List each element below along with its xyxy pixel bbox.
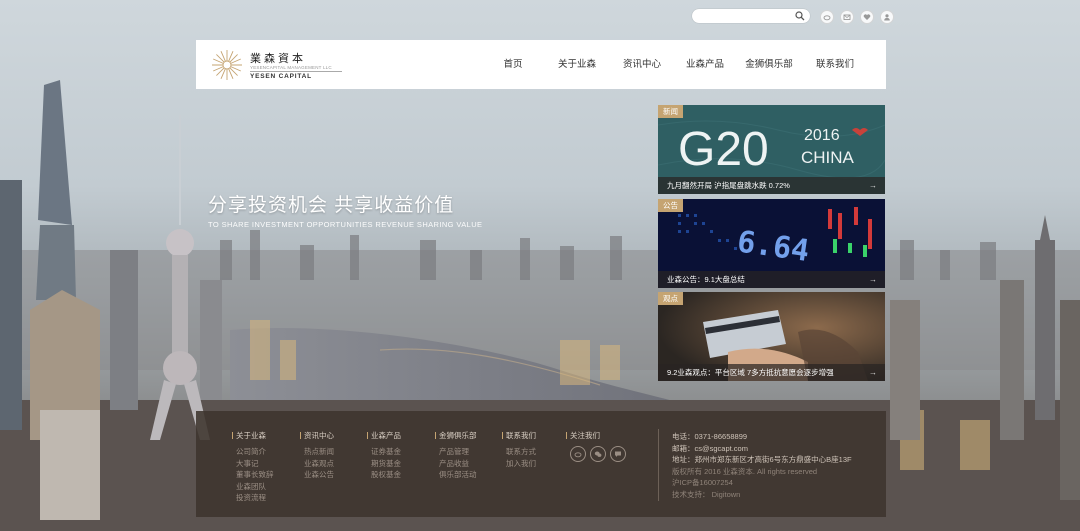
weibo-icon[interactable] — [570, 446, 586, 462]
logo-name-en: YESEN CAPITAL — [250, 73, 312, 80]
g20-year: 2016 — [804, 127, 840, 144]
g20-country: CHINA — [801, 148, 855, 167]
nav-news-center[interactable]: 资讯中心 — [612, 40, 672, 89]
logo-divider — [250, 71, 342, 72]
weibo-icon[interactable] — [820, 10, 834, 24]
main-nav: 首页 关于业森 资讯中心 业森产品 金狮俱乐部 联系我们 — [484, 40, 870, 89]
nav-contact[interactable]: 联系我们 — [800, 40, 870, 89]
wechat-icon[interactable] — [590, 446, 606, 462]
heart-icon[interactable] — [860, 10, 874, 24]
footer-heading: 关于业森 — [232, 430, 274, 441]
chat-icon[interactable] — [610, 446, 626, 462]
slogan-cn: 分享投资机会 共享收益价值 — [208, 195, 455, 216]
footer-link[interactable]: 证券基金 — [367, 446, 401, 458]
site-logo[interactable]: 業森資本 YESENCAPITAL MANAGEMENT LLC YESEN C… — [210, 48, 350, 82]
footer-link[interactable]: 投资流程 — [232, 492, 274, 504]
site-header: 業森資本 YESENCAPITAL MANAGEMENT LLC YESEN C… — [196, 40, 886, 89]
footer-link[interactable]: 业森观点 — [300, 458, 334, 470]
hero-slogan: 分享投资机会 共享收益价值 TO SHARE INVESTMENT OPPORT… — [208, 190, 482, 229]
footer-heading: 资讯中心 — [300, 430, 334, 441]
tech-support: 技术支持： Digitown — [672, 489, 741, 499]
news-tag: 新闻 — [658, 105, 683, 118]
nav-home[interactable]: 首页 — [484, 40, 542, 89]
footer-link[interactable]: 俱乐部活动 — [435, 469, 477, 481]
mail-icon[interactable] — [840, 10, 854, 24]
arrow-right-icon[interactable]: → — [869, 177, 877, 194]
news-panel-announcement[interactable]: 公告 6.64 业森公告：9.1大盘总结 → — [658, 199, 885, 288]
footer-col-products: 业森产品 证券基金 期货基金 股权基金 — [367, 430, 401, 481]
footer-link[interactable]: 业森公告 — [300, 469, 334, 481]
arrow-right-icon[interactable]: → — [869, 271, 877, 288]
news-caption[interactable]: 九月翻然开局 沪指尾盘跳水跌 0.72% — [667, 181, 790, 190]
footer-link[interactable]: 联系方式 — [502, 446, 536, 458]
contact-address: 地址：郑州市郑东新区才高街6号东方鼎盛中心B座13F — [672, 455, 852, 465]
top-social-links — [820, 10, 894, 24]
footer-link[interactable]: 大事记 — [232, 458, 274, 470]
news-tag: 观点 — [658, 292, 683, 305]
footer-col-contact: 联系我们 联系方式 加入我们 — [502, 430, 536, 469]
footer-heading: 业森产品 — [367, 430, 401, 441]
news-caption[interactable]: 业森公告：9.1大盘总结 — [667, 275, 745, 284]
icp-number[interactable]: 沪ICP备16007254 — [672, 477, 852, 489]
copyright: 版权所有 2016 业森资本. All rights reserved — [672, 466, 818, 476]
footer-link[interactable]: 董事长致辞 — [232, 469, 274, 481]
logo-sunburst-icon — [212, 50, 242, 80]
logo-name-small: YESENCAPITAL MANAGEMENT LLC — [250, 65, 332, 70]
search-icon[interactable] — [795, 11, 805, 21]
nav-about[interactable]: 关于业森 — [542, 40, 612, 89]
footer-col-news: 资讯中心 热点新闻 业森观点 业森公告 — [300, 430, 334, 481]
footer-col-about: 关于业森 公司简介 大事记 董事长致辞 业森团队 投资流程 — [232, 430, 274, 504]
nav-lion-club[interactable]: 金狮俱乐部 — [738, 40, 800, 89]
footer-link[interactable]: 期货基金 — [367, 458, 401, 470]
news-caption[interactable]: 9.2业森观点：平台区域 7多方抵抗意愿会逐步增强 — [667, 368, 834, 377]
news-panel-opinion[interactable]: 观点 9.2业森观点：平台区域 7多方抵抗意愿会逐步增强 → — [658, 292, 885, 381]
news-tag: 公告 — [658, 199, 683, 212]
footer-link[interactable]: 公司简介 — [232, 446, 274, 458]
footer-heading: 金狮俱乐部 — [435, 430, 477, 441]
footer-heading: 关注我们 — [566, 430, 626, 441]
footer-link[interactable]: 产品收益 — [435, 458, 477, 470]
footer-col-follow: 关注我们 — [566, 430, 626, 462]
logo-name-cn: 業森資本 — [250, 52, 306, 65]
footer-heading: 联系我们 — [502, 430, 536, 441]
footer-link[interactable]: 加入我们 — [502, 458, 536, 470]
nav-products[interactable]: 业森产品 — [672, 40, 738, 89]
footer-social — [566, 446, 626, 462]
search-input[interactable] — [692, 12, 796, 26]
user-icon[interactable] — [880, 10, 894, 24]
slogan-en: TO SHARE INVESTMENT OPPORTUNITIES REVENU… — [208, 220, 483, 229]
site-footer: 关于业森 公司简介 大事记 董事长致辞 业森团队 投资流程 资讯中心 热点新闻 … — [196, 411, 886, 517]
contact-email[interactable]: 邮箱：cs@sgcapt.com — [672, 443, 852, 455]
search-box[interactable] — [692, 9, 810, 26]
footer-link[interactable]: 业森团队 — [232, 481, 274, 493]
footer-link[interactable]: 股权基金 — [367, 469, 401, 481]
footer-link[interactable]: 产品管理 — [435, 446, 477, 458]
news-panel-g20[interactable]: 新闻 G20 2016 CHINA 九月翻然开局 沪指尾盘跳水跌 0.72% → — [658, 105, 885, 194]
footer-contact-info: 电话：0371-86658899 邮箱：cs@sgcapt.com 地址：郑州市… — [672, 431, 852, 501]
footer-col-club: 金狮俱乐部 产品管理 产品收益 俱乐部活动 — [435, 430, 477, 481]
footer-divider — [658, 429, 659, 501]
footer-link[interactable]: 热点新闻 — [300, 446, 334, 458]
contact-phone: 电话：0371-86658899 — [672, 432, 748, 441]
g20-text: G20 — [678, 123, 769, 176]
arrow-right-icon[interactable]: → — [869, 364, 877, 381]
